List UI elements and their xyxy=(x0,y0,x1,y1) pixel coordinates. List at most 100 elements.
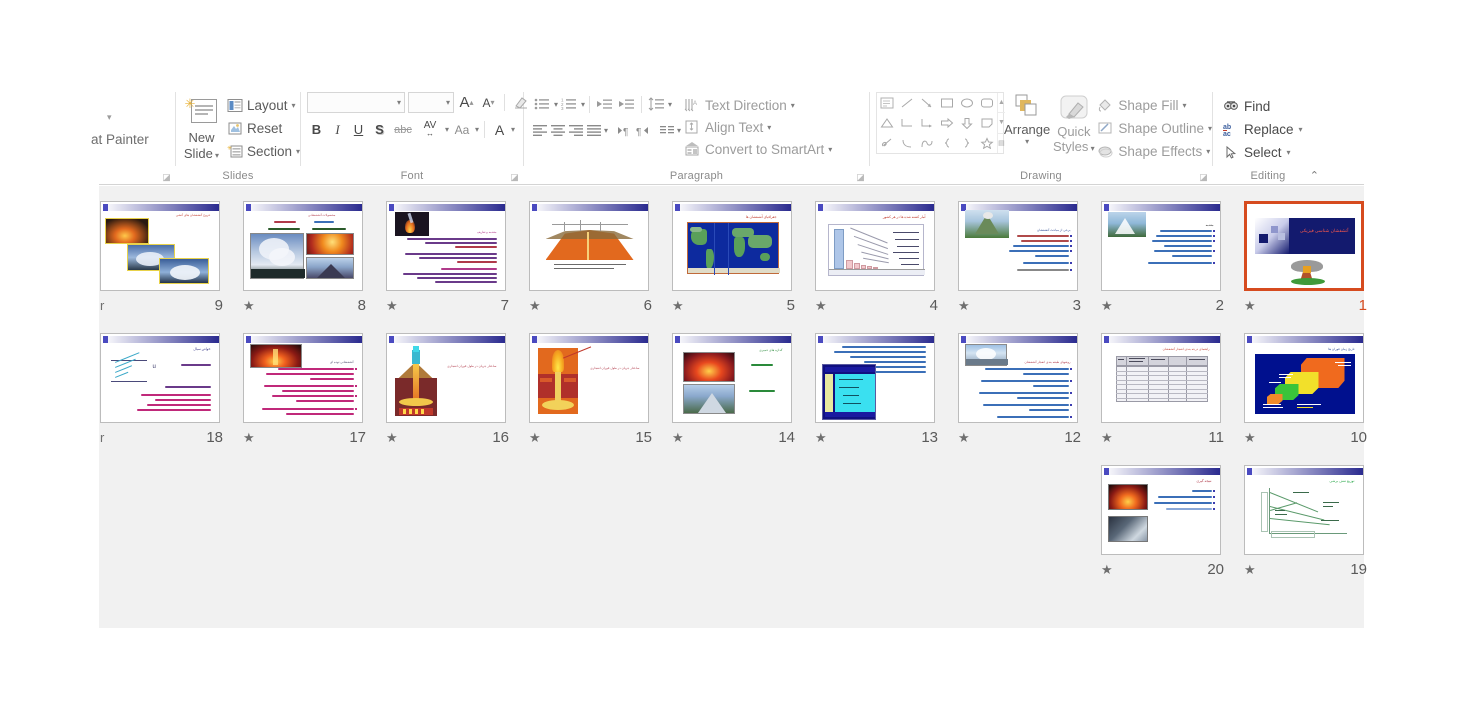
shape-down-arrow-icon[interactable] xyxy=(957,113,977,133)
quick-styles-button[interactable]: Quick Styles ▾ xyxy=(1050,92,1097,154)
arrange-caret-icon[interactable]: ▾ xyxy=(1025,137,1029,146)
font-family-caret-icon[interactable]: ▾ xyxy=(397,98,401,107)
slide-thumbnail-14[interactable]: گدازه های خمیری ★ 14 xyxy=(660,326,803,458)
character-spacing-button[interactable]: AV ↔ xyxy=(417,119,443,140)
slide-thumbnail-12[interactable]: روشهای طبقه بندی انفجار آتشفشان ★ 12 xyxy=(946,326,1089,458)
slide-thumbnail-19[interactable]: توزیع تنش برشی ★ 19 xyxy=(1232,458,1375,590)
shape-curve-icon[interactable] xyxy=(917,133,937,153)
reset-button[interactable]: Reset xyxy=(227,118,300,139)
section-button[interactable]: ✳ Section ▾ xyxy=(227,141,300,162)
layout-caret-icon[interactable]: ▾ xyxy=(292,101,296,110)
shape-outline-caret-icon[interactable]: ▾ xyxy=(1208,124,1212,133)
clipboard-paste-caret-icon[interactable]: ▾ xyxy=(107,112,112,123)
slide-thumbnail-1[interactable]: آتشفشان شناسی فیزیکی ★ 1 xyxy=(1232,194,1375,326)
shape-rounded-rectangle-icon[interactable] xyxy=(977,93,997,113)
strikethrough-button[interactable]: abc xyxy=(391,119,415,140)
layout-button[interactable]: Layout ▾ xyxy=(227,95,300,116)
slide-thumbnail-2[interactable]: مقدمه ★ 2 xyxy=(1089,194,1232,326)
font-color-caret-icon[interactable]: ▾ xyxy=(511,125,515,134)
text-direction-caret-icon[interactable]: ▾ xyxy=(791,101,795,110)
slide-thumbnail-9[interactable]: خروج آتشفشان های آتشی r 9 xyxy=(88,194,231,326)
paragraph-dialog-launcher-icon[interactable]: ◪ xyxy=(855,172,866,183)
font-color-button[interactable]: A xyxy=(490,119,509,140)
new-slide-button[interactable]: ✳ New Slide ▾ xyxy=(176,92,227,164)
quick-styles-caret-icon[interactable]: ▾ xyxy=(1088,144,1095,153)
shape-arrow-icon[interactable] xyxy=(917,93,937,113)
replace-caret-icon[interactable]: ▾ xyxy=(1299,125,1303,134)
slide-thumbnail-13[interactable]: ★ 13 xyxy=(803,326,946,458)
decrease-indent-button[interactable] xyxy=(594,94,615,115)
slide-thumbnail-4[interactable]: آمار کشته شده ها در هر کشور ★ 4 xyxy=(803,194,946,326)
line-spacing-button[interactable] xyxy=(646,94,667,115)
shape-triangle-icon[interactable] xyxy=(877,113,897,133)
text-shadow-button[interactable]: S xyxy=(370,119,389,140)
shape-effects-caret-icon[interactable]: ▾ xyxy=(1206,147,1210,156)
numbering-caret-icon[interactable]: ▾ xyxy=(581,100,585,109)
shape-oval-icon[interactable] xyxy=(957,93,977,113)
select-caret-icon[interactable]: ▾ xyxy=(1287,148,1291,157)
shape-elbow-arrow-icon[interactable] xyxy=(917,113,937,133)
slide-thumbnail-18[interactable]: خواص سیال u r 18 xyxy=(88,326,231,458)
slide-thumbnail-20[interactable]: نتیجه گیری ★ 20 xyxy=(1089,458,1232,590)
bold-button[interactable]: B xyxy=(307,119,326,140)
increase-font-size-button[interactable]: A ▴ xyxy=(457,92,476,113)
shapes-gallery[interactable]: ▲ ▼ ▤ xyxy=(876,92,1005,154)
shape-star-icon[interactable] xyxy=(977,133,997,153)
align-center-button[interactable] xyxy=(550,120,567,141)
text-direction-button[interactable]: A Text Direction ▾ xyxy=(684,94,832,116)
find-button[interactable]: Find xyxy=(1223,95,1303,118)
slide-thumbnail-7[interactable]: مقدمه و تعاریف ★ 7 xyxy=(374,194,517,326)
decrease-font-size-button[interactable]: A ▾ xyxy=(479,92,498,113)
align-text-button[interactable]: Align Text ▾ xyxy=(684,116,832,138)
arrange-button[interactable]: Arrange ▾ xyxy=(1004,92,1050,146)
change-case-button[interactable]: Aa xyxy=(451,119,473,140)
drawing-dialog-launcher-icon[interactable]: ◪ xyxy=(1198,172,1209,183)
character-spacing-caret-icon[interactable]: ▾ xyxy=(445,125,449,134)
convert-to-smartart-button[interactable]: Convert to SmartArt ▾ xyxy=(684,138,832,160)
numbering-button[interactable]: 123 xyxy=(559,94,580,115)
format-painter-button[interactable]: at Painter xyxy=(91,132,149,147)
shape-scribble-icon[interactable] xyxy=(877,133,897,153)
slide-thumbnail-3[interactable]: برخی از مباحث آتشفشان ★ 3 xyxy=(946,194,1089,326)
shape-line-icon[interactable] xyxy=(897,93,917,113)
shape-textbox-icon[interactable] xyxy=(877,93,897,113)
slide-thumbnail-16[interactable]: ساختار جریان در طول قوران انفجاری ★ 16 xyxy=(374,326,517,458)
slide-thumbnail-10[interactable]: تاریخ زمان فوران ها ★ 10 xyxy=(1232,326,1375,458)
shape-left-brace-icon[interactable] xyxy=(937,133,957,153)
rtl-text-direction-button[interactable]: ¶ xyxy=(634,120,651,141)
bullets-caret-icon[interactable]: ▾ xyxy=(554,100,558,109)
select-button[interactable]: Select ▾ xyxy=(1223,141,1303,164)
slide-thumbnail-8[interactable]: محصولات آتشفشانی ★ 8 xyxy=(231,194,374,326)
align-right-button[interactable] xyxy=(568,120,585,141)
font-size-caret-icon[interactable]: ▾ xyxy=(446,98,450,107)
slide-sorter-pane[interactable]: آتشفشان شناسی فیزیکی ★ 1 مقدمه ★ 2 برخی … xyxy=(99,186,1367,628)
shape-fill-button[interactable]: Shape Fill ▾ xyxy=(1097,94,1212,117)
shape-outline-button[interactable]: Shape Outline ▾ xyxy=(1097,117,1212,140)
slide-thumbnail-15[interactable]: ساختار جریان در طول قوران انفجاری ★ 15 xyxy=(517,326,660,458)
smartart-caret-icon[interactable]: ▾ xyxy=(828,145,832,154)
line-spacing-caret-icon[interactable]: ▾ xyxy=(668,100,672,109)
clipboard-dialog-launcher-icon[interactable]: ◪ xyxy=(161,172,172,183)
shape-right-arrow-icon[interactable] xyxy=(937,113,957,133)
justify-button[interactable] xyxy=(586,120,603,141)
shape-right-brace-icon[interactable] xyxy=(957,133,977,153)
replace-button[interactable]: ab ac Replace ▾ xyxy=(1223,118,1303,141)
slide-thumbnail-11[interactable]: راهنمای درجه بندی انفجار آتشفشان ★ 11 xyxy=(1089,326,1232,458)
shape-fill-caret-icon[interactable]: ▾ xyxy=(1182,101,1186,110)
font-family-input[interactable]: ▾ xyxy=(307,92,405,113)
new-slide-caret-icon[interactable]: ▾ xyxy=(213,151,219,160)
slide-thumbnail-5[interactable]: جغرافیای آتشفشان ها ★ 5 xyxy=(660,194,803,326)
slide-thumbnail-17[interactable]: آتشفشانی توده ای ★ 17 xyxy=(231,326,374,458)
shape-elbow-connector-icon[interactable] xyxy=(897,113,917,133)
shape-rectangle-icon[interactable] xyxy=(937,93,957,113)
shape-folded-corner-icon[interactable] xyxy=(977,113,997,133)
align-left-button[interactable] xyxy=(532,120,549,141)
align-text-caret-icon[interactable]: ▾ xyxy=(767,123,771,132)
italic-button[interactable]: I xyxy=(328,119,347,140)
font-dialog-launcher-icon[interactable]: ◪ xyxy=(509,172,520,183)
shape-arc-icon[interactable] xyxy=(897,133,917,153)
align-caret-icon[interactable]: ▾ xyxy=(604,126,608,135)
ltr-text-direction-button[interactable]: ¶ xyxy=(616,120,633,141)
font-size-input[interactable]: ▾ xyxy=(408,92,454,113)
collapse-ribbon-icon[interactable]: ⌃ xyxy=(1310,169,1319,182)
